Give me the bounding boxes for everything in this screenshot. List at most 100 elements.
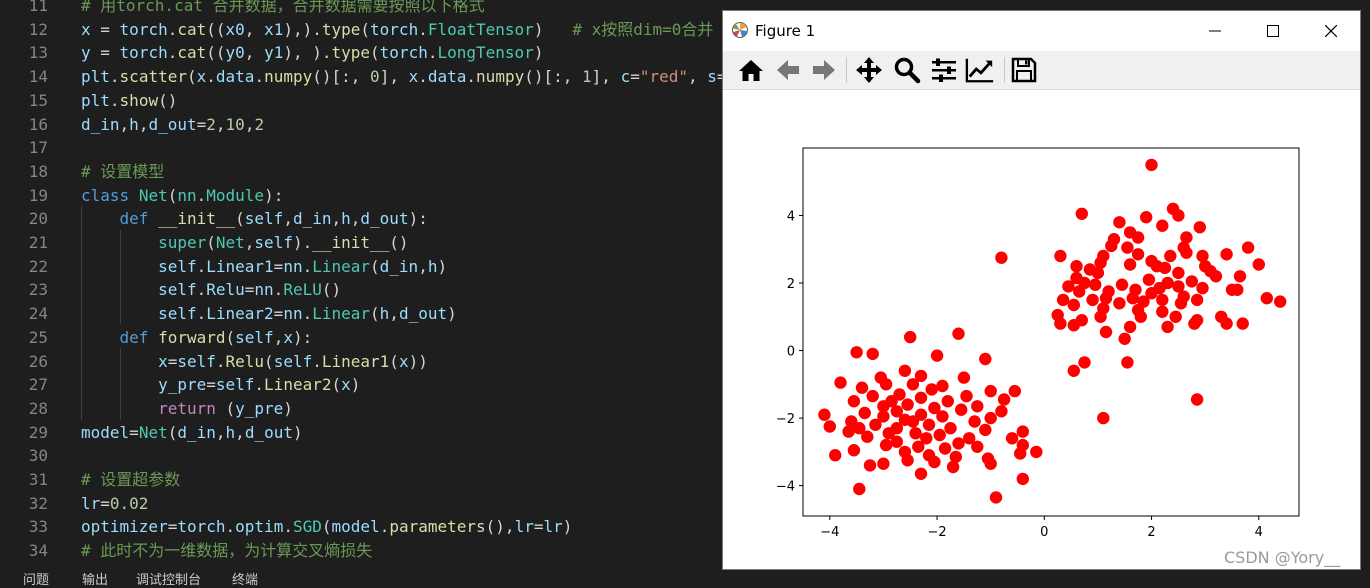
code-token: show xyxy=(119,90,159,110)
data-point xyxy=(1105,239,1118,253)
code-text: model=Net(d_in,h,d_out) xyxy=(81,421,303,445)
code-token: ) xyxy=(292,422,303,442)
pan-button[interactable] xyxy=(854,55,884,85)
code-token: . xyxy=(196,280,207,300)
code-token: x xyxy=(283,327,293,347)
tab-debug-console[interactable]: 调试控制台 xyxy=(136,574,201,588)
code-token: torch xyxy=(119,43,168,63)
tab-output[interactable]: 输出 xyxy=(82,574,108,588)
figure-canvas[interactable]: −4 −2 0 2 4 −4 −2 0 2 4 xyxy=(723,90,1360,569)
code-token: (( xyxy=(206,19,226,39)
data-point xyxy=(850,346,863,359)
maximize-button[interactable] xyxy=(1244,11,1302,51)
code-text: y = torch.cat((y0, y1), ).type(torch.Lon… xyxy=(81,41,543,65)
code-editor[interactable]: 11 # 用torch.cat 合并数据，合并数据需要按照以下格式 12 x = to… xyxy=(0,0,722,560)
code-token: ): xyxy=(292,327,313,347)
zoom-button[interactable] xyxy=(892,55,922,85)
code-token: type xyxy=(321,19,361,39)
code-token: d_out xyxy=(244,422,293,442)
data-point xyxy=(1097,411,1110,425)
data-point xyxy=(1131,248,1145,261)
back-button[interactable] xyxy=(773,55,803,85)
data-point xyxy=(989,491,1003,504)
code-line: 34 # 此时不为一维数据，为计算交叉熵损失 xyxy=(0,539,722,560)
data-point xyxy=(930,349,944,362)
code-token: ) xyxy=(447,304,457,324)
code-text: self.Relu=nn.ReLU() xyxy=(81,278,341,302)
data-point xyxy=(906,415,920,428)
code-text: optimizer=torch.optim.SGD(model.paramete… xyxy=(81,515,572,539)
code-token: type xyxy=(331,43,371,63)
code-token: # 设置模型 xyxy=(81,161,165,181)
code-token: Net xyxy=(138,185,168,205)
data-point xyxy=(995,405,1008,418)
minimize-button[interactable] xyxy=(1186,11,1244,51)
data-point xyxy=(955,403,968,416)
window-titlebar[interactable]: Figure 1 xyxy=(723,11,1360,51)
line-number: 15 xyxy=(28,90,48,110)
close-button[interactable] xyxy=(1302,11,1360,51)
home-button[interactable] xyxy=(736,55,766,85)
code-text: # 用torch.cat 合并数据，合并数据需要按照以下格式 xyxy=(81,0,485,18)
save-button[interactable] xyxy=(1009,55,1039,85)
data-point xyxy=(1121,241,1134,254)
data-point xyxy=(1193,221,1206,234)
data-point xyxy=(877,457,890,470)
code-token: torch xyxy=(119,19,168,39)
figure-toolbar xyxy=(723,51,1360,90)
edit-curves-button[interactable] xyxy=(965,55,995,85)
code-token: self xyxy=(158,280,197,300)
data-point xyxy=(971,400,984,413)
data-point xyxy=(855,381,869,394)
code-token: x xyxy=(341,375,351,395)
code-token: x xyxy=(158,351,168,371)
code-line: 13 y = torch.cat((y0, y1), ).type(torch.L… xyxy=(0,41,722,65)
subplots-config-button[interactable] xyxy=(929,55,959,85)
tab-terminal[interactable]: 终端 xyxy=(232,574,258,588)
code-token: . xyxy=(273,280,284,300)
code-text: # 设置模型 xyxy=(81,160,164,184)
code-token: super xyxy=(158,233,207,252)
code-token: = xyxy=(100,493,110,513)
line-number: 13 xyxy=(28,43,48,63)
code-token: d_out xyxy=(148,114,197,134)
x-tick-label: 2 xyxy=(1147,525,1155,540)
line-number: 30 xyxy=(28,446,48,466)
data-point xyxy=(979,352,992,366)
code-token: self xyxy=(215,375,255,395)
data-point xyxy=(995,251,1008,264)
code-token: . xyxy=(466,67,477,87)
code-token: Relu xyxy=(225,351,265,371)
code-token: = xyxy=(273,256,284,276)
data-point xyxy=(1188,317,1201,330)
code-token: # 用torch.cat 合并数据，合并数据需要按照以下格式 xyxy=(81,0,485,15)
code-token: , xyxy=(138,114,149,134)
tab-problems[interactable]: 问题 xyxy=(23,574,49,588)
data-point xyxy=(1016,425,1029,438)
code-line: 21 super(Net,self).__init__() xyxy=(0,231,722,255)
code-token: d_in xyxy=(177,422,216,442)
code-token: , xyxy=(418,256,428,276)
code-line: 15 plt.show() xyxy=(0,89,722,113)
data-point xyxy=(1056,293,1070,307)
forward-button[interactable] xyxy=(809,55,839,85)
code-text: self.Linear1=nn.Linear(d_in,h) xyxy=(81,255,447,279)
data-point xyxy=(1156,293,1169,307)
code-token: FloatTensor xyxy=(427,19,534,39)
data-point xyxy=(1196,281,1209,295)
data-point xyxy=(1073,285,1086,298)
code-token: . xyxy=(215,351,226,371)
code-token: y_pre xyxy=(235,398,284,418)
code-token: . xyxy=(418,67,428,87)
data-point xyxy=(938,442,952,455)
code-token: cat xyxy=(177,43,207,63)
code-text: plt.scatter(x.data.numpy()[:, 0], x.data… xyxy=(81,65,722,89)
code-token: cat xyxy=(177,19,207,39)
data-point xyxy=(904,330,917,344)
code-text: d_in,h,d_out=2,10,2 xyxy=(81,113,264,137)
code-token: x xyxy=(196,67,207,87)
line-number: 24 xyxy=(28,304,48,324)
